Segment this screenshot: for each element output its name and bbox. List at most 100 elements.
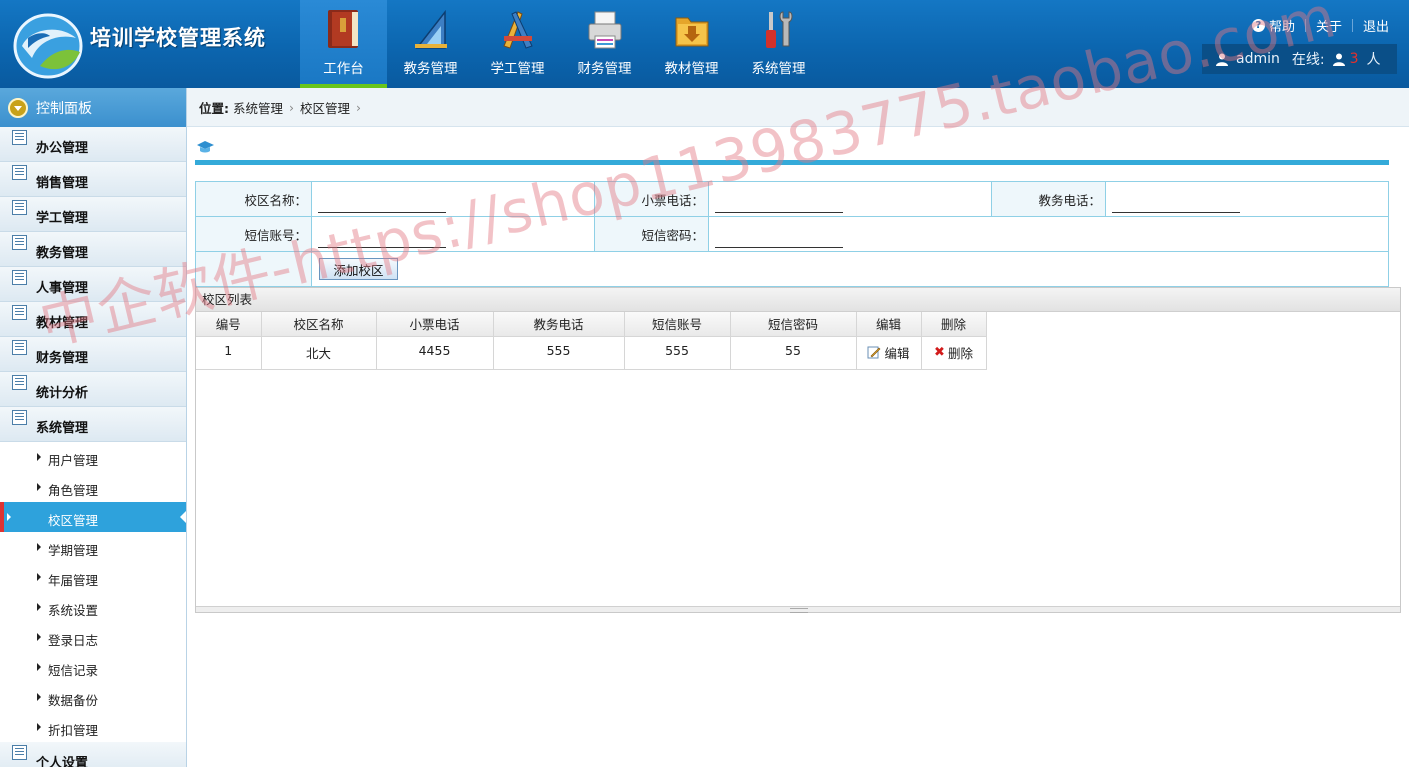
campus-name-input[interactable] [318,191,446,213]
sidebar-item-finance[interactable]: 财务管理 [0,337,186,372]
academic-phone-cell [1105,181,1389,217]
sidebar-item-sales[interactable]: 销售管理 [0,162,186,197]
column-header[interactable]: 删除 [921,312,987,337]
grid-resize-handle[interactable] [196,606,1400,613]
submenu-item-campus[interactable]: 校区管理 [0,502,186,532]
page-icon [197,141,214,153]
empty-label-cell [195,251,312,287]
sidebar-item-label: 教材管理 [36,316,89,331]
sms-account-label: 短信账号： [195,216,312,252]
delete-x-icon: ✖ [934,344,945,360]
column-header[interactable]: 小票电话 [376,312,494,337]
sidebar-item-system[interactable]: 系统管理 [0,407,186,442]
column-header[interactable]: 教务电话 [493,312,625,337]
sidebar-item-hr[interactable]: 人事管理 [0,267,186,302]
logout-link[interactable]: 退出 [1363,16,1389,35]
caret-right-icon [37,633,41,641]
ticket-phone-label: 小票电话： [594,181,709,217]
breadcrumb-separator: › [289,99,295,115]
column-header[interactable]: 编号 [196,312,262,337]
nav-academic[interactable]: 教务管理 [387,0,474,88]
list-icon [12,130,27,145]
add-campus-button[interactable]: 添加校区 [319,258,398,280]
cell-edit: 编辑 [856,336,922,370]
pencil-ruler-icon [503,11,533,49]
help-link[interactable]: 帮助 [1269,16,1295,35]
submenu-item-users[interactable]: 用户管理 [0,442,186,472]
logo-icon [13,13,83,79]
submenu-label: 年届管理 [48,573,99,588]
submenu-item-backup[interactable]: 数据备份 [0,682,186,712]
table-row[interactable]: 1 北大 4455 555 555 55 编辑 ✖ 删除 [196,336,987,370]
column-header[interactable]: 校区名称 [261,312,377,337]
sidebar-item-office[interactable]: 办公管理 [0,127,186,162]
main-nav: 工作台 教务管理 学工管理 财务管理 教材管理 系统管理 [300,0,822,88]
user-icon [1332,53,1345,66]
column-header[interactable]: 短信账号 [624,312,731,337]
cell-academic-phone: 555 [493,336,625,370]
printer-icon [588,11,622,49]
submenu-label: 短信记录 [48,663,99,678]
nav-label: 工作台 [323,61,364,77]
sidebar: 控制面板 办公管理 销售管理 学工管理 教务管理 人事管理 教材管理 财务管理 … [0,88,187,767]
sidebar-item-statistics[interactable]: 统计分析 [0,372,186,407]
divider [1351,19,1353,32]
edit-label: 编辑 [884,345,910,361]
submenu-label: 学期管理 [48,543,99,558]
sms-account-cell [311,216,595,252]
panel-title: 控制面板 [36,100,92,117]
nav-student-affairs[interactable]: 学工管理 [474,0,561,88]
about-link[interactable]: 关于 [1316,16,1342,35]
submenu-item-grade-year[interactable]: 年届管理 [0,562,186,592]
list-icon [12,235,27,250]
ticket-phone-input[interactable] [715,191,843,213]
academic-phone-input[interactable] [1112,191,1240,213]
submenu-item-settings[interactable]: 系统设置 [0,592,186,622]
nav-workbench[interactable]: 工作台 [300,0,387,88]
sms-account-input[interactable] [318,226,446,248]
delete-button[interactable]: ✖ 删除 [934,343,973,362]
top-links: ? 帮助 关于 退出 [1251,16,1389,35]
sms-password-input[interactable] [715,226,843,248]
submenu-item-roles[interactable]: 角色管理 [0,472,186,502]
nav-finance[interactable]: 财务管理 [561,0,648,88]
list-icon [12,165,27,180]
top-header: 培训学校管理系统 工作台 教务管理 学工管理 财务管理 教材管理 系统管理 ? … [0,0,1409,88]
sms-password-label: 短信密码： [594,216,709,252]
help-icon: ? [1251,19,1265,32]
column-header[interactable]: 编辑 [856,312,922,337]
breadcrumb-item-campus[interactable]: 校区管理 [300,98,350,117]
sidebar-item-label: 统计分析 [36,386,89,401]
ticket-phone-cell [708,181,992,217]
sidebar-item-textbook[interactable]: 教材管理 [0,302,186,337]
submenu-item-discount[interactable]: 折扣管理 [0,712,186,742]
grid-title: 校区列表 [196,288,1400,312]
breadcrumb-separator: › [356,99,362,115]
edit-button[interactable]: 编辑 [867,343,910,362]
sms-password-cell [708,216,1389,252]
submenu-label: 登录日志 [48,633,99,648]
column-header[interactable]: 短信密码 [730,312,857,337]
submenu-item-login-log[interactable]: 登录日志 [0,622,186,652]
app-title: 培训学校管理系统 [90,26,266,50]
table-header-row: 编号 校区名称 小票电话 教务电话 短信账号 短信密码 编辑 删除 [196,312,987,337]
campus-form: 校区名称： 小票电话： 教务电话： 短信账号： 短信密码： 添加校区 [195,181,1389,287]
list-icon [12,200,27,215]
list-icon [12,375,27,390]
caret-right-icon [37,543,41,551]
system-submenu: 用户管理 角色管理 校区管理 学期管理 年届管理 系统设置 登录日志 短信记录 … [0,442,186,742]
sidebar-item-academic[interactable]: 教务管理 [0,232,186,267]
control-panel-header[interactable]: 控制面板 [0,88,186,127]
nav-label: 教务管理 [403,61,458,77]
section-divider [195,160,1389,165]
sidebar-item-student-affairs[interactable]: 学工管理 [0,197,186,232]
submenu-item-sms-log[interactable]: 短信记录 [0,652,186,682]
breadcrumb-item-system[interactable]: 系统管理 [233,98,283,117]
nav-textbook[interactable]: 教材管理 [648,0,735,88]
sidebar-item-personal[interactable]: 个人设置 [0,742,186,767]
nav-system[interactable]: 系统管理 [735,0,822,88]
caret-right-icon [37,693,41,701]
submenu-item-semester[interactable]: 学期管理 [0,532,186,562]
list-icon [12,410,27,425]
submenu-label: 系统设置 [48,603,99,618]
